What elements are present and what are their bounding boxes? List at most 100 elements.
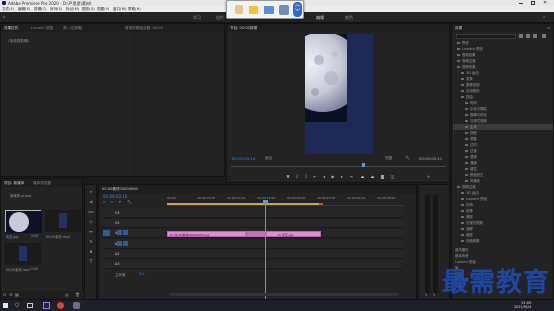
clock-date[interactable]: 2021/9/24 [514,305,531,309]
wrench-icon[interactable]: 🔧︎ [405,155,410,160]
ripple-edit-tool-icon[interactable]: ⟺ [87,207,95,215]
project-item-thumb-2[interactable] [45,210,81,232]
tab-lumetri-scopes[interactable]: Lumetri 范围 [31,26,53,31]
32bit-effects-icon[interactable] [526,34,530,38]
minimize-button[interactable] [519,2,523,4]
program-timecode-left[interactable]: 00:00:03:16 [232,156,255,161]
timeline-ruler[interactable]: 00:00 00:00:05:00 00:00:10:00 00:00:15:0… [167,194,403,206]
project-item-duration-3: 5:00 [31,267,39,271]
trash-icon[interactable]: 🗑︎ [75,292,80,297]
tab-effect-controls[interactable]: 效果控件 [4,26,18,31]
tab-project[interactable]: 项目: 新媒体 [4,181,24,186]
project-item-duration-1: 5:00 [31,234,39,238]
project-footer: ⊡ ☰ ▦ ▤ 🗑︎ [1,291,84,299]
extract-icon[interactable]: ⏏ [369,172,376,180]
source-patch-v1[interactable] [103,230,110,236]
tab-learning[interactable]: 学习 [193,15,201,21]
search-taskbar-icon[interactable]: ○ [15,302,19,308]
work-area-bar-red[interactable] [319,203,323,205]
type-tool-icon[interactable]: T [87,257,95,265]
timeline-sequence-tab[interactable]: 00:00素材00000000 [102,187,138,192]
magnifier-icon[interactable] [279,5,289,15]
transition-marker[interactable] [245,231,267,237]
solo-button[interactable]: S [425,293,427,297]
timeline-settings-icon[interactable]: 🔧︎ [127,200,132,204]
lift-icon[interactable]: ⏏ [359,172,366,180]
list-view-icon[interactable]: ☰ [9,292,13,297]
add-marker-icon[interactable]: ▼ [285,172,291,180]
selection-tool-icon[interactable]: ➤ [87,187,95,195]
new-bin-icon[interactable] [542,34,546,38]
go-to-out-icon[interactable]: ⇥ [348,172,354,180]
work-area-bar[interactable] [167,203,319,205]
add-button-icon[interactable]: + [425,172,432,180]
program-scrubber[interactable] [231,166,446,167]
tab-media-browser[interactable]: 媒体浏览器 [33,181,51,186]
chevron-up-icon[interactable]: ︽ ︾ [293,2,302,17]
mark-out-icon[interactable]: } [303,172,309,180]
search-icon[interactable]: ⌕ [543,14,545,19]
tab-source[interactable]: 源: (无剪辑) [63,26,83,31]
clip-v1-a[interactable]: fx 00:00素材00000000.jpg [167,231,247,237]
play-icon[interactable]: ▶ [330,172,336,180]
moon-image [305,34,347,122]
mark-in-icon[interactable]: { [294,172,300,180]
tab-color[interactable]: 颜色 [345,15,353,21]
program-playhead[interactable] [362,163,365,167]
tab-assembly[interactable]: 组件 [216,15,224,21]
program-monitor-title[interactable]: 节目: 00:00剪辑 [230,26,257,31]
yuv-effects-icon[interactable] [533,34,537,38]
toggle-mute[interactable] [117,241,122,246]
ruler-tick: 00:00:25:00 [317,196,336,200]
tab-editing[interactable]: 编辑 [316,15,324,21]
solo-button-2[interactable]: S [433,293,435,297]
project-item-thumb-1[interactable] [5,210,42,233]
master-track-value[interactable]: 0.0 [139,272,144,276]
new-item-icon[interactable]: ▤ [65,292,69,297]
go-to-in-icon[interactable]: ⇤ [312,172,318,180]
windows-start-icon[interactable] [3,303,8,308]
comparison-view-icon[interactable]: ◫ [389,172,396,180]
task-view-icon[interactable] [27,303,33,308]
slip-tool-icon[interactable]: ↔ [87,227,95,235]
timeline-playhead[interactable] [265,203,266,299]
hand-tool-icon[interactable]: ✋︎ [87,247,95,255]
home-icon[interactable]: ⌂ [3,14,6,19]
effects-panel-title[interactable]: 效果 [455,26,462,31]
add-marker-timeline-icon[interactable]: ▾ [119,200,121,204]
linked-selection-icon[interactable]: ⊂ [111,200,114,204]
step-back-icon[interactable]: ◂ [321,172,327,180]
razor-tool-icon[interactable]: ◇ [87,217,95,225]
panel-menu-icon[interactable]: ≡ [547,26,550,30]
premiere-taskbar-icon[interactable] [43,302,50,309]
fit-dropdown[interactable]: 适合 [265,156,272,161]
project-item-thumb-3[interactable] [5,243,41,265]
hand-icon[interactable] [235,5,243,14]
maximize-button[interactable] [531,1,535,5]
timeline-timecode[interactable]: 00:00:03:16 [103,194,127,199]
toggle-output[interactable] [123,230,128,235]
timeline-scrollbar[interactable] [169,293,399,296]
playhead-handle[interactable] [263,200,268,204]
clock-time[interactable]: 15:00 [521,301,531,305]
track-select-tool-icon[interactable]: ⇉ [87,197,95,205]
note-icon[interactable] [249,6,258,14]
toggle-sync-lock[interactable] [117,230,122,235]
export-frame-icon[interactable]: ◙ [379,172,386,180]
tab-audio-mixer[interactable]: 音频剪辑混合器: 00:00 [125,26,163,31]
pen-tool-icon[interactable]: ✎ [87,237,95,245]
folder-icon[interactable] [264,6,274,14]
quality-dropdown[interactable]: 完整 [385,156,392,161]
effects-search-input[interactable] [456,34,516,39]
browser-taskbar-icon[interactable] [57,302,64,309]
icon-view-icon[interactable]: ▦ [15,292,19,297]
accelerated-effects-icon[interactable] [519,34,523,38]
step-forward-icon[interactable]: ▸ [339,172,345,180]
snap-icon[interactable]: ∩ [103,200,106,204]
lock-icon[interactable]: ⊡ [3,292,6,297]
toggle-solo[interactable] [123,241,128,246]
tools-panel: ➤ ⇉ ⟺ ◇ ↔ ✎ ✋︎ T [84,184,97,300]
ruler-tick: 00:00:30:00 [347,196,366,200]
chat-taskbar-icon[interactable] [73,302,80,309]
tree-item-page-peel[interactable]: 页面剥落 [461,238,480,244]
